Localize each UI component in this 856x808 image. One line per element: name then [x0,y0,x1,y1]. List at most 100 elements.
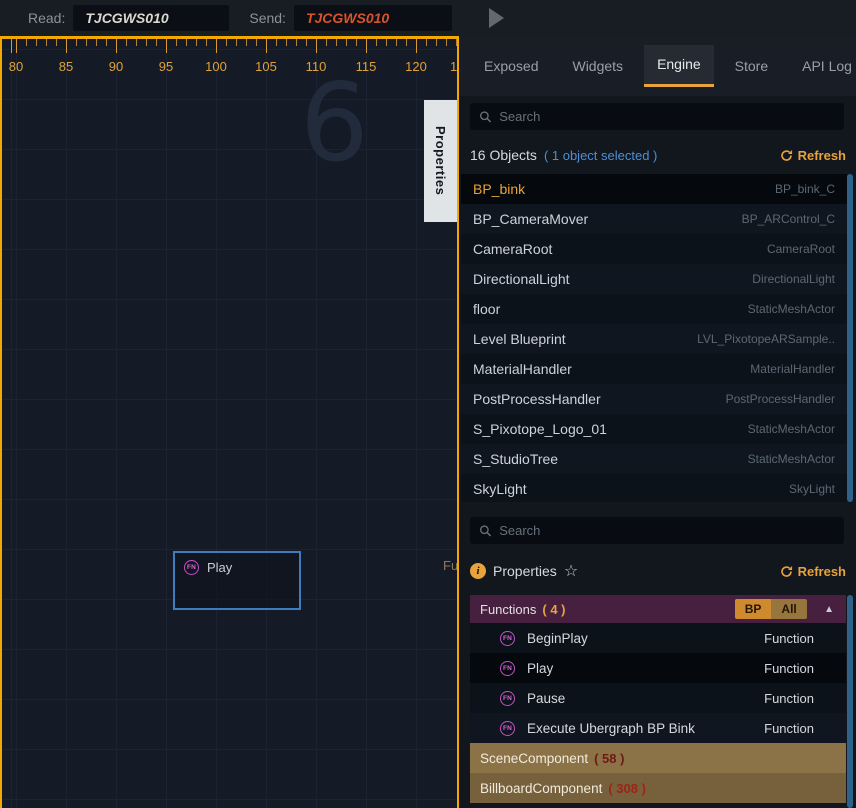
panel-tabs: Exposed Widgets Engine Store API Log [459,36,856,96]
function-type: Function [764,631,832,646]
ruler-label: 95 [159,59,173,74]
function-row[interactable]: FN BeginPlay Function [470,623,846,653]
properties-side-tab[interactable]: Properties [424,100,457,222]
object-name: DirectionalLight [473,271,570,287]
object-row[interactable]: CameraRoot CameraRoot [461,234,847,264]
object-type: StaticMeshActor [748,302,835,316]
section-count: ( 58 ) [594,751,624,766]
object-name: CameraRoot [473,241,552,257]
tab-widgets[interactable]: Widgets [559,45,636,87]
function-icon: FN [500,631,515,646]
properties-refresh-button[interactable]: Refresh [780,564,846,579]
function-icon: FN [500,661,515,676]
send-value: TJCGWS010 [306,10,389,26]
function-row[interactable]: FN Play Function [470,653,846,683]
object-name: Level Blueprint [473,331,566,347]
object-type: MaterialHandler [750,362,835,376]
collapse-arrow-icon[interactable]: ▲ [824,604,834,615]
clipped-function-label: Func [443,558,459,573]
object-type: DirectionalLight [752,272,835,286]
background-digit: 6 [300,65,369,184]
info-icon[interactable]: i [470,563,486,579]
objects-list: BP_bink BP_bink_C BP_CameraMover BP_ARCo… [461,174,847,502]
function-icon: FN [500,721,515,736]
favorite-star-icon[interactable]: ☆ [564,561,578,581]
function-name: Pause [527,691,565,706]
objects-search[interactable] [470,103,844,130]
horizontal-ruler: 80 85 90 95 100 105 110 115 120 1 [2,39,457,81]
objects-refresh-button[interactable]: Refresh [780,148,846,163]
object-row[interactable]: S_StudioTree StaticMeshActor [461,444,847,474]
object-name: PostProcessHandler [473,391,601,407]
function-icon: FN [184,560,199,575]
function-row[interactable]: FN Execute Ubergraph BP Bink Function [470,713,846,743]
function-name: Play [527,661,553,676]
object-name: SkyLight [473,481,527,497]
objects-header: 16 Objects ( 1 object selected ) Refresh [470,143,846,167]
object-type: BP_ARControl_C [742,212,835,226]
ruler-label: 90 [109,59,123,74]
objects-scrollbar[interactable] [847,174,853,502]
play-button[interactable] [484,5,510,31]
object-row[interactable]: S_Pixotope_Logo_01 StaticMeshActor [461,414,847,444]
play-node-label: Play [207,560,232,575]
ruler-label: 110 [306,59,327,74]
object-row[interactable]: floor StaticMeshActor [461,294,847,324]
ruler-label: 85 [59,59,73,74]
read-input[interactable]: TJCGWS010 [73,5,229,31]
functions-section-header[interactable]: Functions ( 4 ) BP All ▲ [470,595,846,623]
filter-all-button[interactable]: All [771,599,807,619]
send-input[interactable]: TJCGWS010 [294,5,452,31]
functions-count: ( 4 ) [542,602,565,617]
play-node[interactable]: FN Play [173,551,301,610]
properties-side-tab-label: Properties [433,126,448,195]
node-graph-canvas[interactable]: 6 80 85 90 95 100 105 110 115 120 1 FN P… [0,36,459,808]
read-value: TJCGWS010 [85,10,168,26]
search-icon [479,524,492,538]
ruler-label: 115 [356,59,377,74]
scene-component-section-header[interactable]: SceneComponent ( 58 ) [470,743,846,773]
object-row[interactable]: Level Blueprint LVL_PixotopeARSample.. [461,324,847,354]
object-type: PostProcessHandler [726,392,835,406]
right-panel: Exposed Widgets Engine Store API Log 16 … [459,36,856,808]
function-type: Function [764,661,832,676]
billboard-component-section-header[interactable]: BillboardComponent ( 308 ) [470,773,846,803]
properties-scrollbar[interactable] [847,595,853,808]
object-row[interactable]: PostProcessHandler PostProcessHandler [461,384,847,414]
object-name: S_Pixotope_Logo_01 [473,421,607,437]
object-row[interactable]: DirectionalLight DirectionalLight [461,264,847,294]
object-type: StaticMeshActor [748,452,835,466]
ruler-label: 105 [255,59,277,74]
tab-store[interactable]: Store [722,45,781,87]
object-row[interactable]: BP_CameraMover BP_ARControl_C [461,204,847,234]
function-row[interactable]: FN Pause Function [470,683,846,713]
function-icon: FN [500,691,515,706]
tab-exposed[interactable]: Exposed [471,45,551,87]
ruler-label: 80 [9,59,23,74]
object-row[interactable]: SkyLight SkyLight [461,474,847,502]
objects-count: 16 Objects [470,147,537,163]
ruler-label: 1 [450,59,457,74]
object-name: BP_bink [473,181,525,197]
properties-search-input[interactable] [499,523,835,538]
app-root: Read: TJCGWS010 Send: TJCGWS010 6 80 85 … [0,0,856,808]
filter-bp-button[interactable]: BP [735,599,771,619]
main-area: 6 80 85 90 95 100 105 110 115 120 1 FN P… [0,36,856,808]
function-type: Function [764,691,832,706]
refresh-icon [780,149,793,162]
properties-refresh-label: Refresh [798,564,846,579]
ruler-label: 100 [205,59,227,74]
object-row[interactable]: MaterialHandler MaterialHandler [461,354,847,384]
objects-search-input[interactable] [499,109,835,124]
topbar: Read: TJCGWS010 Send: TJCGWS010 [0,0,856,36]
object-row[interactable]: BP_bink BP_bink_C [461,174,847,204]
properties-search[interactable] [470,517,844,544]
play-icon [489,8,504,28]
functions-list: FN BeginPlay Function FN Play Function F… [470,623,846,743]
object-type: SkyLight [789,482,835,496]
function-name: BeginPlay [527,631,588,646]
properties-header: i Properties ☆ Refresh [470,557,846,585]
tab-engine[interactable]: Engine [644,45,714,87]
object-type: LVL_PixotopeARSample.. [697,332,835,346]
tab-api-log[interactable]: API Log [789,45,856,87]
